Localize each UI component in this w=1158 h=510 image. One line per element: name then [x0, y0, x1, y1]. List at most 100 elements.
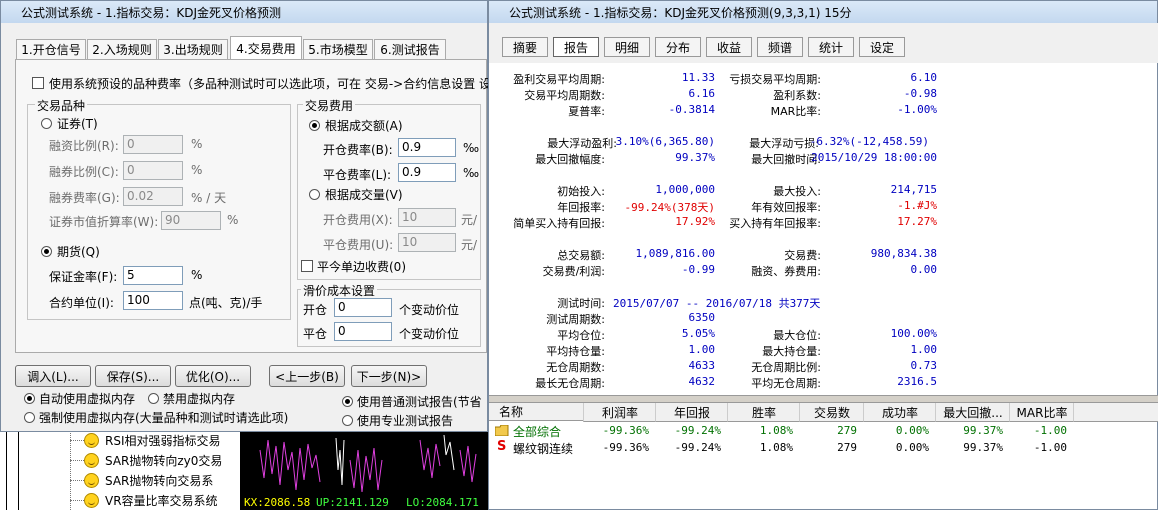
normal-report-label: 使用普通测试报告(节省	[357, 395, 482, 409]
stat-label: 盈利交易平均周期:	[513, 73, 605, 86]
short-ratio-input[interactable]: 0	[123, 161, 183, 180]
next-step-button[interactable]: 下一步(N)>	[351, 365, 427, 387]
futures-radio[interactable]	[41, 246, 52, 257]
stat-label: 亏损交易平均周期:	[729, 73, 821, 86]
stat-label: 最大浮动盈利:	[547, 137, 617, 150]
formula-test-dialog: 公式测试系统 - 1.指标交易：KDJ金死叉价格预测 1.开仓信号 2.入场规则…	[0, 0, 491, 432]
tab-returns[interactable]: 收益	[706, 37, 752, 57]
yuan-unit: 元/	[461, 213, 478, 227]
tree-item-sar-zy0[interactable]: SAR抛物转向zy0交易	[84, 450, 222, 470]
optimize-button[interactable]: 优化(O)...	[175, 365, 251, 387]
single-side-checkbox[interactable]	[301, 260, 313, 272]
auto-virtual-memory-label: 自动使用虚拟内存	[39, 392, 136, 406]
stat-value: -0.99	[681, 263, 715, 276]
dialog-title: 公式测试系统 - 1.指标交易：KDJ金死叉价格预测	[21, 5, 282, 20]
tree-item-rsi[interactable]: RSI相对强弱指标交易	[84, 430, 221, 450]
pct-unit: %	[191, 137, 203, 151]
stat-label: 平均持仓量:	[546, 345, 605, 358]
margin-ratio-input[interactable]: 0	[123, 135, 183, 154]
single-side-label: 平今单边收费(0)	[317, 260, 406, 274]
deposit-input[interactable]: 5	[123, 266, 183, 285]
stat-value: 2015/10/29 18:00:00	[811, 151, 937, 164]
tree-item-vr[interactable]: VR容量比率交易系统	[84, 490, 218, 510]
by-amount-radio[interactable]	[309, 120, 320, 131]
stat-value: 2316.5	[897, 375, 937, 388]
discount-input[interactable]: 90	[161, 211, 221, 230]
open-rate-input[interactable]: 0.9	[398, 138, 456, 157]
slip-close-input[interactable]: 0	[334, 322, 392, 341]
pro-report-radio[interactable]	[342, 415, 353, 426]
col-drawdown[interactable]: 最大回撤...	[935, 403, 1010, 422]
stat-value: 6350	[688, 311, 716, 324]
row-success: 0.00%	[895, 441, 929, 454]
stat-value: 0.00	[910, 263, 938, 276]
row-profit: -99.36%	[602, 424, 649, 437]
force-virtual-memory-label: 强制使用虚拟内存(大量品种和测试时请选此项)	[39, 411, 289, 425]
short-rate-label: 融券费率(G):	[49, 191, 120, 205]
close-rate-input[interactable]: 0.9	[398, 163, 456, 182]
open-rate-label: 开仓费率(B):	[323, 143, 393, 157]
col-name[interactable]: 名称	[489, 403, 583, 421]
unit-input[interactable]: 100	[123, 291, 183, 310]
force-virtual-memory-radio[interactable]	[24, 412, 35, 423]
save-button[interactable]: 保存(S)...	[95, 365, 171, 387]
stat-label: 最大持仓量:	[762, 345, 821, 358]
by-volume-radio[interactable]	[309, 189, 320, 200]
dialog-titlebar[interactable]: 公式测试系统 - 1.指标交易：KDJ金死叉价格预测	[1, 1, 487, 23]
table-row[interactable]: 全部综合 -99.36% -99.24% 1.08% 279 0.00% 99.…	[489, 422, 1158, 439]
securities-radio[interactable]	[41, 118, 52, 129]
price-chart[interactable]: KX:2086.58 UP:2141.129 LO:2084.171	[240, 430, 492, 510]
stat-value: 214,715	[890, 183, 937, 196]
stat-value: 6.10	[910, 71, 938, 84]
tab-statistics[interactable]: 统计	[808, 37, 854, 57]
report-window: 公式测试系统 - 1.指标交易：KDJ金死叉价格预测(9,3,3,1) 15分 …	[488, 0, 1158, 510]
folder-icon	[495, 425, 509, 436]
auto-virtual-memory-radio[interactable]	[24, 393, 35, 404]
stat-label: 年回报率:	[557, 201, 605, 214]
report-titlebar[interactable]: 公式测试系统 - 1.指标交易：KDJ金死叉价格预测(9,3,3,1) 15分	[489, 1, 1157, 23]
tab-market-model[interactable]: 5.市场模型	[303, 39, 373, 59]
slip-open-input[interactable]: 0	[334, 298, 392, 317]
stat-label: 融资、券费用:	[751, 265, 821, 278]
col-win[interactable]: 胜率	[727, 403, 800, 422]
close-fee-input[interactable]: 10	[398, 233, 456, 252]
normal-report-radio[interactable]	[342, 396, 353, 407]
tree-item-sar[interactable]: SAR抛物转向交易系	[84, 470, 213, 490]
prev-step-button[interactable]: <上一步(B)	[269, 365, 345, 387]
tab-distribution[interactable]: 分布	[655, 37, 701, 57]
stat-value: 980,834.38	[870, 247, 937, 260]
tab-test-report[interactable]: 6.测试报告	[374, 39, 446, 59]
col-profit[interactable]: 利润率	[583, 403, 656, 422]
stat-value: 4632	[688, 375, 716, 388]
tab-exit-rule[interactable]: 3.出场规则	[158, 39, 228, 59]
tab-spectrum[interactable]: 频谱	[757, 37, 803, 57]
disable-virtual-memory-radio[interactable]	[148, 393, 159, 404]
tab-detail[interactable]: 明细	[604, 37, 650, 57]
stat-label: 最长无仓周期:	[535, 377, 605, 390]
short-rate-input[interactable]: 0.02	[123, 187, 183, 206]
table-row[interactable]: S 螺纹钢连续 -99.36% -99.24% 1.08% 279 0.00% …	[489, 439, 1158, 456]
tab-report[interactable]: 报告	[553, 37, 599, 57]
use-default-fee-checkbox[interactable]	[32, 77, 44, 89]
open-fee-input[interactable]: 10	[398, 208, 456, 227]
col-trades[interactable]: 交易数	[799, 403, 864, 422]
tab-settings[interactable]: 设定	[859, 37, 905, 57]
pct-unit: %	[191, 163, 203, 177]
stat-label: 总交易额:	[557, 249, 605, 262]
report-title: 公式测试系统 - 1.指标交易：KDJ金死叉价格预测(9,3,3,1) 15分	[509, 5, 852, 20]
col-mar[interactable]: MAR比率	[1009, 403, 1074, 422]
permille-unit: ‰	[463, 166, 480, 180]
tab-summary[interactable]: 摘要	[502, 37, 548, 57]
col-success[interactable]: 成功率	[863, 403, 936, 422]
tree-line	[70, 430, 72, 510]
tab-open-signal[interactable]: 1.开仓信号	[16, 39, 86, 59]
stat-label: 交易费:	[784, 249, 821, 262]
tab-entry-rule[interactable]: 2.入场规则	[87, 39, 157, 59]
stat-value: 3.10%(6,365.80)	[615, 135, 715, 148]
tab-trade-fee[interactable]: 4.交易费用	[230, 36, 302, 60]
smiley-icon	[84, 472, 99, 488]
import-button[interactable]: 调入(L)...	[15, 365, 91, 387]
pane-splitter[interactable]	[489, 395, 1158, 403]
col-annual[interactable]: 年回报	[655, 403, 728, 422]
stat-label: 平均无仓周期:	[751, 377, 821, 390]
